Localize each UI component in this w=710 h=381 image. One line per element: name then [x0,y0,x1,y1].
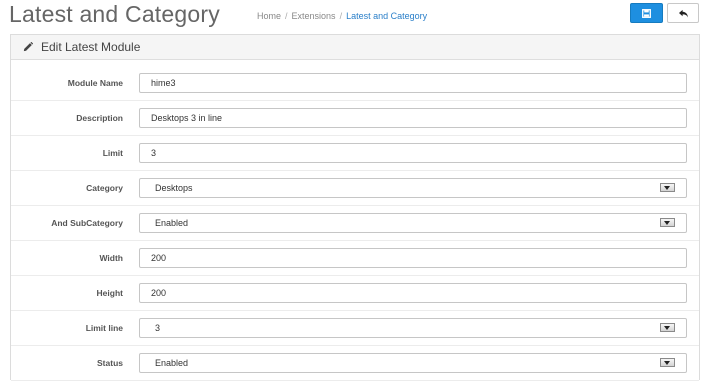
breadcrumb-current[interactable]: Latest and Category [346,11,427,21]
status-selected-value: Enabled [155,358,189,368]
panel-title: Edit Latest Module [41,40,141,54]
width-label: Width [99,253,123,263]
edit-module-panel: Edit Latest Module Module Name Descripti… [10,34,700,381]
module-name-label: Module Name [67,78,123,88]
breadcrumb-extensions[interactable]: Extensions [292,11,336,21]
form-row-status: Status Enabled [11,346,699,381]
form-row-description: Description [11,101,699,136]
breadcrumb: Home / Extensions / Latest and Category [257,10,427,22]
module-name-input[interactable] [139,73,687,93]
dropdown-arrow-icon[interactable] [660,323,675,332]
height-input[interactable] [139,283,687,303]
dropdown-arrow-icon[interactable] [660,183,675,192]
dropdown-arrow-icon[interactable] [660,358,675,367]
form-row-subcategory: And SubCategory Enabled [11,206,699,241]
breadcrumb-home[interactable]: Home [257,11,281,21]
subcategory-selected-value: Enabled [155,218,189,228]
limit-line-label: Limit line [85,323,123,333]
width-input[interactable] [139,248,687,268]
form-row-category: Category Desktops [11,171,699,206]
reply-arrow-icon [678,9,688,18]
category-select[interactable]: Desktops [139,178,687,198]
limit-line-selected-value: 3 [155,323,161,333]
panel-heading: Edit Latest Module [11,35,699,60]
save-icon [642,8,651,18]
form-row-height: Height [11,276,699,311]
page-title: Latest and Category [9,1,220,27]
category-label: Category [86,183,123,193]
subcategory-label: And SubCategory [51,218,123,228]
description-label: Description [76,113,123,123]
status-label: Status [97,358,123,368]
category-selected-value: Desktops [155,183,193,193]
limit-input[interactable] [139,143,687,163]
dropdown-arrow-icon[interactable] [660,218,675,227]
form-row-limit: Limit [11,136,699,171]
limit-label: Limit [102,148,123,158]
description-input[interactable] [139,108,687,128]
breadcrumb-separator: / [285,11,288,21]
status-select[interactable]: Enabled [139,353,687,373]
limit-line-select[interactable]: 3 [139,318,687,338]
form-row-limit-line: Limit line 3 [11,311,699,346]
form-row-module-name: Module Name [11,66,699,101]
pencil-icon [23,42,33,52]
subcategory-select[interactable]: Enabled [139,213,687,233]
save-button[interactable] [630,3,663,23]
breadcrumb-separator: / [339,11,343,21]
form-row-width: Width [11,241,699,276]
height-label: Height [96,288,123,298]
back-button[interactable] [667,3,699,23]
